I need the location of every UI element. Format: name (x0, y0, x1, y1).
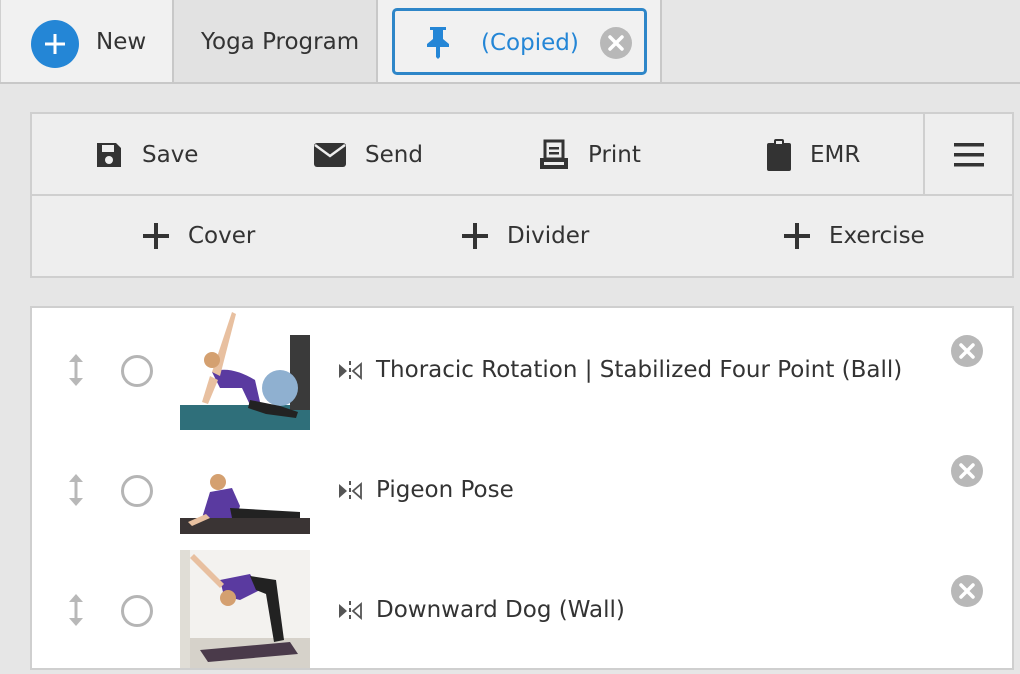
envelope-icon (314, 143, 346, 167)
save-icon (97, 143, 121, 167)
exercise-title[interactable]: Downward Dog (Wall) (376, 597, 625, 623)
tab-copied-label: (Copied) (481, 30, 579, 56)
print-label: Print (588, 142, 641, 168)
tab-strip: New Yoga Program (Copied) (0, 0, 1020, 84)
send-button[interactable]: Send (313, 114, 423, 196)
add-divider-button[interactable]: Divider (461, 196, 589, 276)
toolbar-actions-row: Save Send Print EMR (32, 114, 1012, 196)
close-tab-icon[interactable] (600, 27, 632, 65)
exercise-title[interactable]: Pigeon Pose (376, 477, 514, 503)
tab-new-label: New (96, 29, 147, 55)
plus-icon (143, 223, 169, 249)
toolbar-add-row: Cover Divider Exercise (32, 196, 1012, 276)
exercise-select-radio[interactable] (121, 355, 153, 387)
mirror-icon (338, 600, 362, 626)
print-icon (540, 139, 568, 169)
exercise-thumbnail[interactable] (180, 550, 310, 668)
tab-copied[interactable]: (Copied) (392, 8, 647, 75)
drag-handle-icon[interactable] (66, 352, 86, 392)
exercise-list: Thoracic Rotation | Stabilized Four Poin… (30, 306, 1014, 670)
toolbar: Save Send Print EMR Cover Divider Exerci… (30, 112, 1014, 278)
remove-exercise-icon[interactable] (950, 574, 984, 612)
mirror-icon (338, 360, 362, 386)
print-button[interactable]: Print (538, 114, 641, 196)
mirror-icon (338, 480, 362, 506)
send-label: Send (365, 142, 423, 168)
add-exercise-button[interactable]: Exercise (783, 196, 925, 276)
clipboard-icon (767, 139, 791, 171)
exercise-thumbnail[interactable] (180, 462, 310, 534)
add-cover-button[interactable]: Cover (142, 196, 255, 276)
hamburger-menu-icon (953, 143, 984, 167)
tab-yoga-program-label: Yoga Program (201, 29, 360, 55)
add-exercise-label: Exercise (829, 223, 925, 249)
exercise-row: Downward Dog (Wall) (32, 550, 1012, 670)
emr-label: EMR (810, 142, 861, 168)
exercise-row: Pigeon Pose (32, 430, 1012, 550)
exercise-thumbnail[interactable] (180, 310, 310, 430)
save-label: Save (142, 142, 199, 168)
drag-handle-icon[interactable] (66, 592, 86, 632)
remove-exercise-icon[interactable] (950, 454, 984, 492)
save-button[interactable]: Save (94, 114, 198, 196)
remove-exercise-icon[interactable] (950, 334, 984, 372)
menu-button[interactable] (923, 114, 1012, 196)
exercise-row: Thoracic Rotation | Stabilized Four Poin… (32, 310, 1012, 430)
plus-icon (462, 223, 488, 249)
add-cover-label: Cover (188, 223, 256, 249)
plus-icon (784, 223, 810, 249)
emr-button[interactable]: EMR (766, 114, 860, 196)
tab-yoga-program[interactable]: Yoga Program (174, 0, 378, 82)
exercise-title[interactable]: Thoracic Rotation | Stabilized Four Poin… (376, 357, 902, 383)
exercise-select-radio[interactable] (121, 595, 153, 627)
exercise-select-radio[interactable] (121, 475, 153, 507)
add-divider-label: Divider (507, 223, 590, 249)
pin-icon[interactable] (423, 25, 453, 65)
tab-new[interactable]: New (0, 0, 174, 82)
drag-handle-icon[interactable] (66, 472, 86, 512)
plus-circle-icon (31, 20, 79, 68)
tab-copied-container: (Copied) (378, 0, 662, 82)
